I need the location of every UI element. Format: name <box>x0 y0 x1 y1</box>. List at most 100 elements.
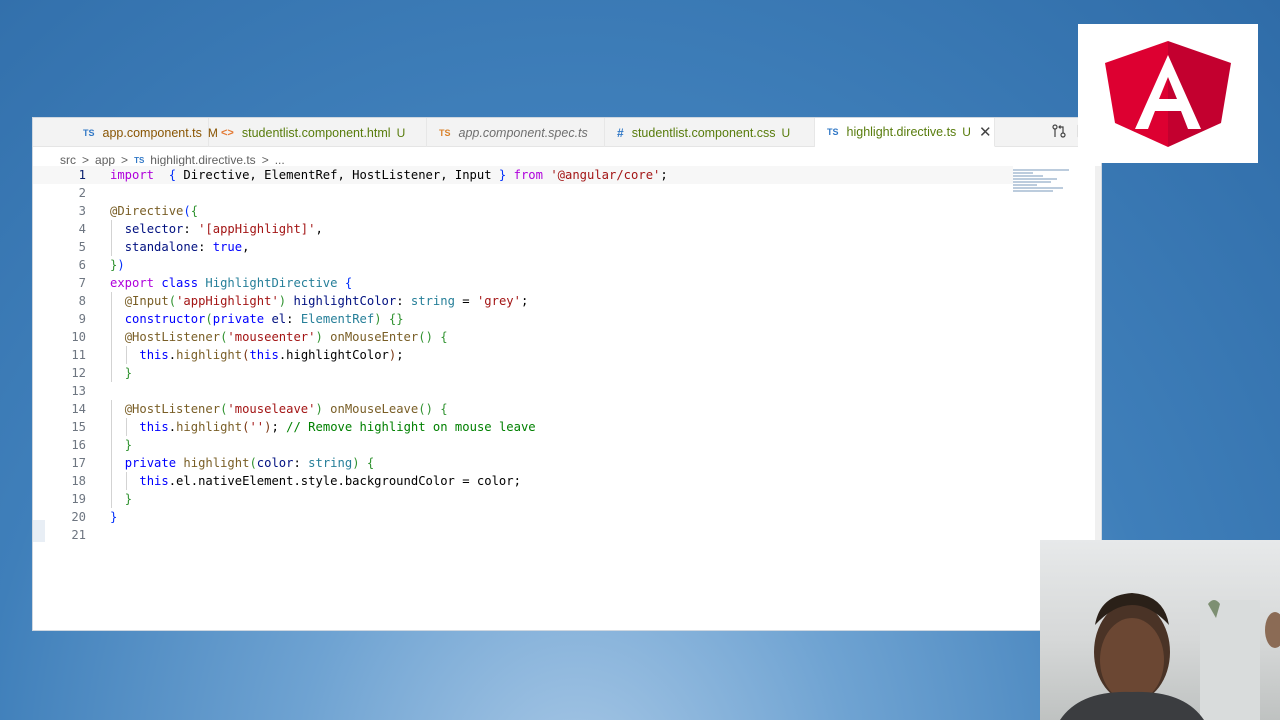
indent-guide <box>111 220 112 238</box>
editor-tab-bar: TS app.component.ts M <> studentlist.com… <box>33 118 1101 147</box>
code-text: export class HighlightDirective { <box>110 276 353 290</box>
code-text: selector: '[appHighlight]', <box>124 222 323 236</box>
line-number: 4 <box>78 222 86 236</box>
code-text: } <box>124 366 133 380</box>
code-line[interactable]: 12 } <box>33 364 1013 382</box>
tab-label: highlight.directive.ts <box>846 125 957 139</box>
code-text: constructor(private el: ElementRef) {} <box>124 312 404 326</box>
compare-changes-icon[interactable] <box>1051 123 1067 142</box>
tab-label: studentlist.component.css <box>631 125 776 140</box>
tab-label: app.component.spec.ts <box>458 125 588 140</box>
code-line[interactable]: 18 this.el.nativeElement.style.backgroun… <box>33 472 1013 490</box>
code-line[interactable]: 16 } <box>33 436 1013 454</box>
code-text: }) <box>110 258 125 272</box>
line-number: 6 <box>78 258 86 272</box>
indent-guide <box>111 292 112 310</box>
tab-studentlist-component-css[interactable]: # studentlist.component.css U <box>605 118 815 147</box>
indent-guide <box>111 490 112 508</box>
code-line[interactable]: 6}) <box>33 256 1013 274</box>
chevron-right-icon: > <box>261 153 269 167</box>
code-text: @Input('appHighlight') highlightColor: s… <box>124 294 529 308</box>
code-text: this.highlight(''); // Remove highlight … <box>139 420 536 434</box>
code-line[interactable]: 17 private highlight(color: string) { <box>33 454 1013 472</box>
tab-label: studentlist.component.html <box>241 125 391 140</box>
tab-app-component-ts[interactable]: TS app.component.ts M <box>33 118 218 147</box>
minimap[interactable] <box>1013 168 1071 198</box>
code-text: } <box>110 510 118 524</box>
indent-guide <box>125 472 127 490</box>
code-line[interactable]: 19 } <box>33 490 1013 508</box>
typescript-file-icon: TS <box>134 155 145 165</box>
breadcrumb-item-app[interactable]: app <box>95 153 115 167</box>
indent-guide <box>111 436 112 454</box>
line-number: 16 <box>71 438 86 452</box>
indent-guide <box>125 346 127 364</box>
code-line[interactable]: 20} <box>33 508 1013 526</box>
indent-guide <box>111 328 112 346</box>
line-number: 11 <box>71 348 86 362</box>
code-line[interactable]: 3 @Directive({ <box>33 202 1013 220</box>
line-number: 14 <box>71 402 86 416</box>
chevron-right-icon: > <box>82 153 90 167</box>
code-line[interactable]: 2 <box>33 184 1013 202</box>
css-file-icon: # <box>617 125 624 140</box>
indent-guide <box>111 364 112 382</box>
code-text: this.highlight(this.highlightColor); <box>139 348 404 362</box>
webcam-presenter <box>1040 540 1280 720</box>
code-text: } <box>124 438 133 452</box>
code-text: import { Directive, ElementRef, HostList… <box>110 168 668 182</box>
code-text: } <box>124 492 133 506</box>
line-number: 1 <box>78 168 86 182</box>
code-line[interactable]: 14 @HostListener('mouseleave') onMouseLe… <box>33 400 1013 418</box>
tab-app-component-spec-ts[interactable]: TS app.component.spec.ts <box>427 118 605 147</box>
angular-logo-card <box>1078 24 1258 163</box>
indent-guide <box>111 346 112 364</box>
line-number: 17 <box>71 456 86 470</box>
code-text: @HostListener('mouseenter') onMouseEnter… <box>124 330 448 344</box>
code-editor-window: TS app.component.ts M <> studentlist.com… <box>32 117 1102 631</box>
tab-highlight-directive-ts[interactable]: TS highlight.directive.ts U ✕ <box>815 118 995 147</box>
line-number: 2 <box>78 186 86 200</box>
line-number: 3 <box>78 204 86 218</box>
line-number: 15 <box>71 420 86 434</box>
code-area[interactable]: 1 import { Directive, ElementRef, HostLis… <box>33 166 1013 544</box>
tab-git-status: U <box>396 125 406 140</box>
indent-guide <box>111 238 112 256</box>
code-line[interactable]: 13 <box>33 382 1013 400</box>
indent-guide <box>111 400 112 418</box>
code-line[interactable]: 15 this.highlight(''); // Remove highlig… <box>33 418 1013 436</box>
code-line[interactable]: 11 this.highlight(this.highlightColor); <box>33 346 1013 364</box>
code-text: @HostListener('mouseleave') onMouseLeave… <box>124 402 448 416</box>
line-number: 9 <box>78 312 86 326</box>
indent-guide <box>125 418 127 436</box>
tab-label: app.component.ts <box>102 125 202 140</box>
breadcrumb-item-file[interactable]: highlight.directive.ts <box>150 153 255 167</box>
code-line[interactable]: 4 selector: '[appHighlight]', <box>33 220 1013 238</box>
typescript-file-icon: TS <box>83 127 95 138</box>
tab-git-status: U <box>781 125 791 140</box>
close-tab-icon[interactable]: ✕ <box>979 123 992 141</box>
breadcrumb-item-symbols[interactable]: ... <box>275 153 285 167</box>
html-file-icon: <> <box>221 126 234 139</box>
code-text: standalone: true, <box>124 240 250 254</box>
line-number: 10 <box>71 330 86 344</box>
typescript-test-file-icon: TS <box>439 127 451 138</box>
line-number: 19 <box>71 492 86 506</box>
breadcrumb-item-src[interactable]: src <box>60 153 76 167</box>
code-line[interactable]: 21 <box>33 526 1013 544</box>
code-line[interactable]: 8 @Input('appHighlight') highlightColor:… <box>33 292 1013 310</box>
code-text: @Directive({ <box>110 204 199 218</box>
line-number: 12 <box>71 366 86 380</box>
indent-guide <box>111 472 112 490</box>
chevron-right-icon: > <box>121 153 129 167</box>
code-line[interactable]: 9 constructor(private el: ElementRef) {} <box>33 310 1013 328</box>
code-line[interactable]: 5 standalone: true, <box>33 238 1013 256</box>
code-line[interactable]: 10 @HostListener('mouseenter') onMouseEn… <box>33 328 1013 346</box>
line-number: 5 <box>78 240 86 254</box>
indent-guide <box>111 310 112 328</box>
line-number: 8 <box>78 294 86 308</box>
tab-studentlist-component-html[interactable]: <> studentlist.component.html U <box>209 118 427 147</box>
code-line[interactable]: 7 export class HighlightDirective { <box>33 274 1013 292</box>
line-highlight-marker <box>33 520 45 542</box>
code-line[interactable]: 1 import { Directive, ElementRef, HostLis… <box>33 166 1013 184</box>
